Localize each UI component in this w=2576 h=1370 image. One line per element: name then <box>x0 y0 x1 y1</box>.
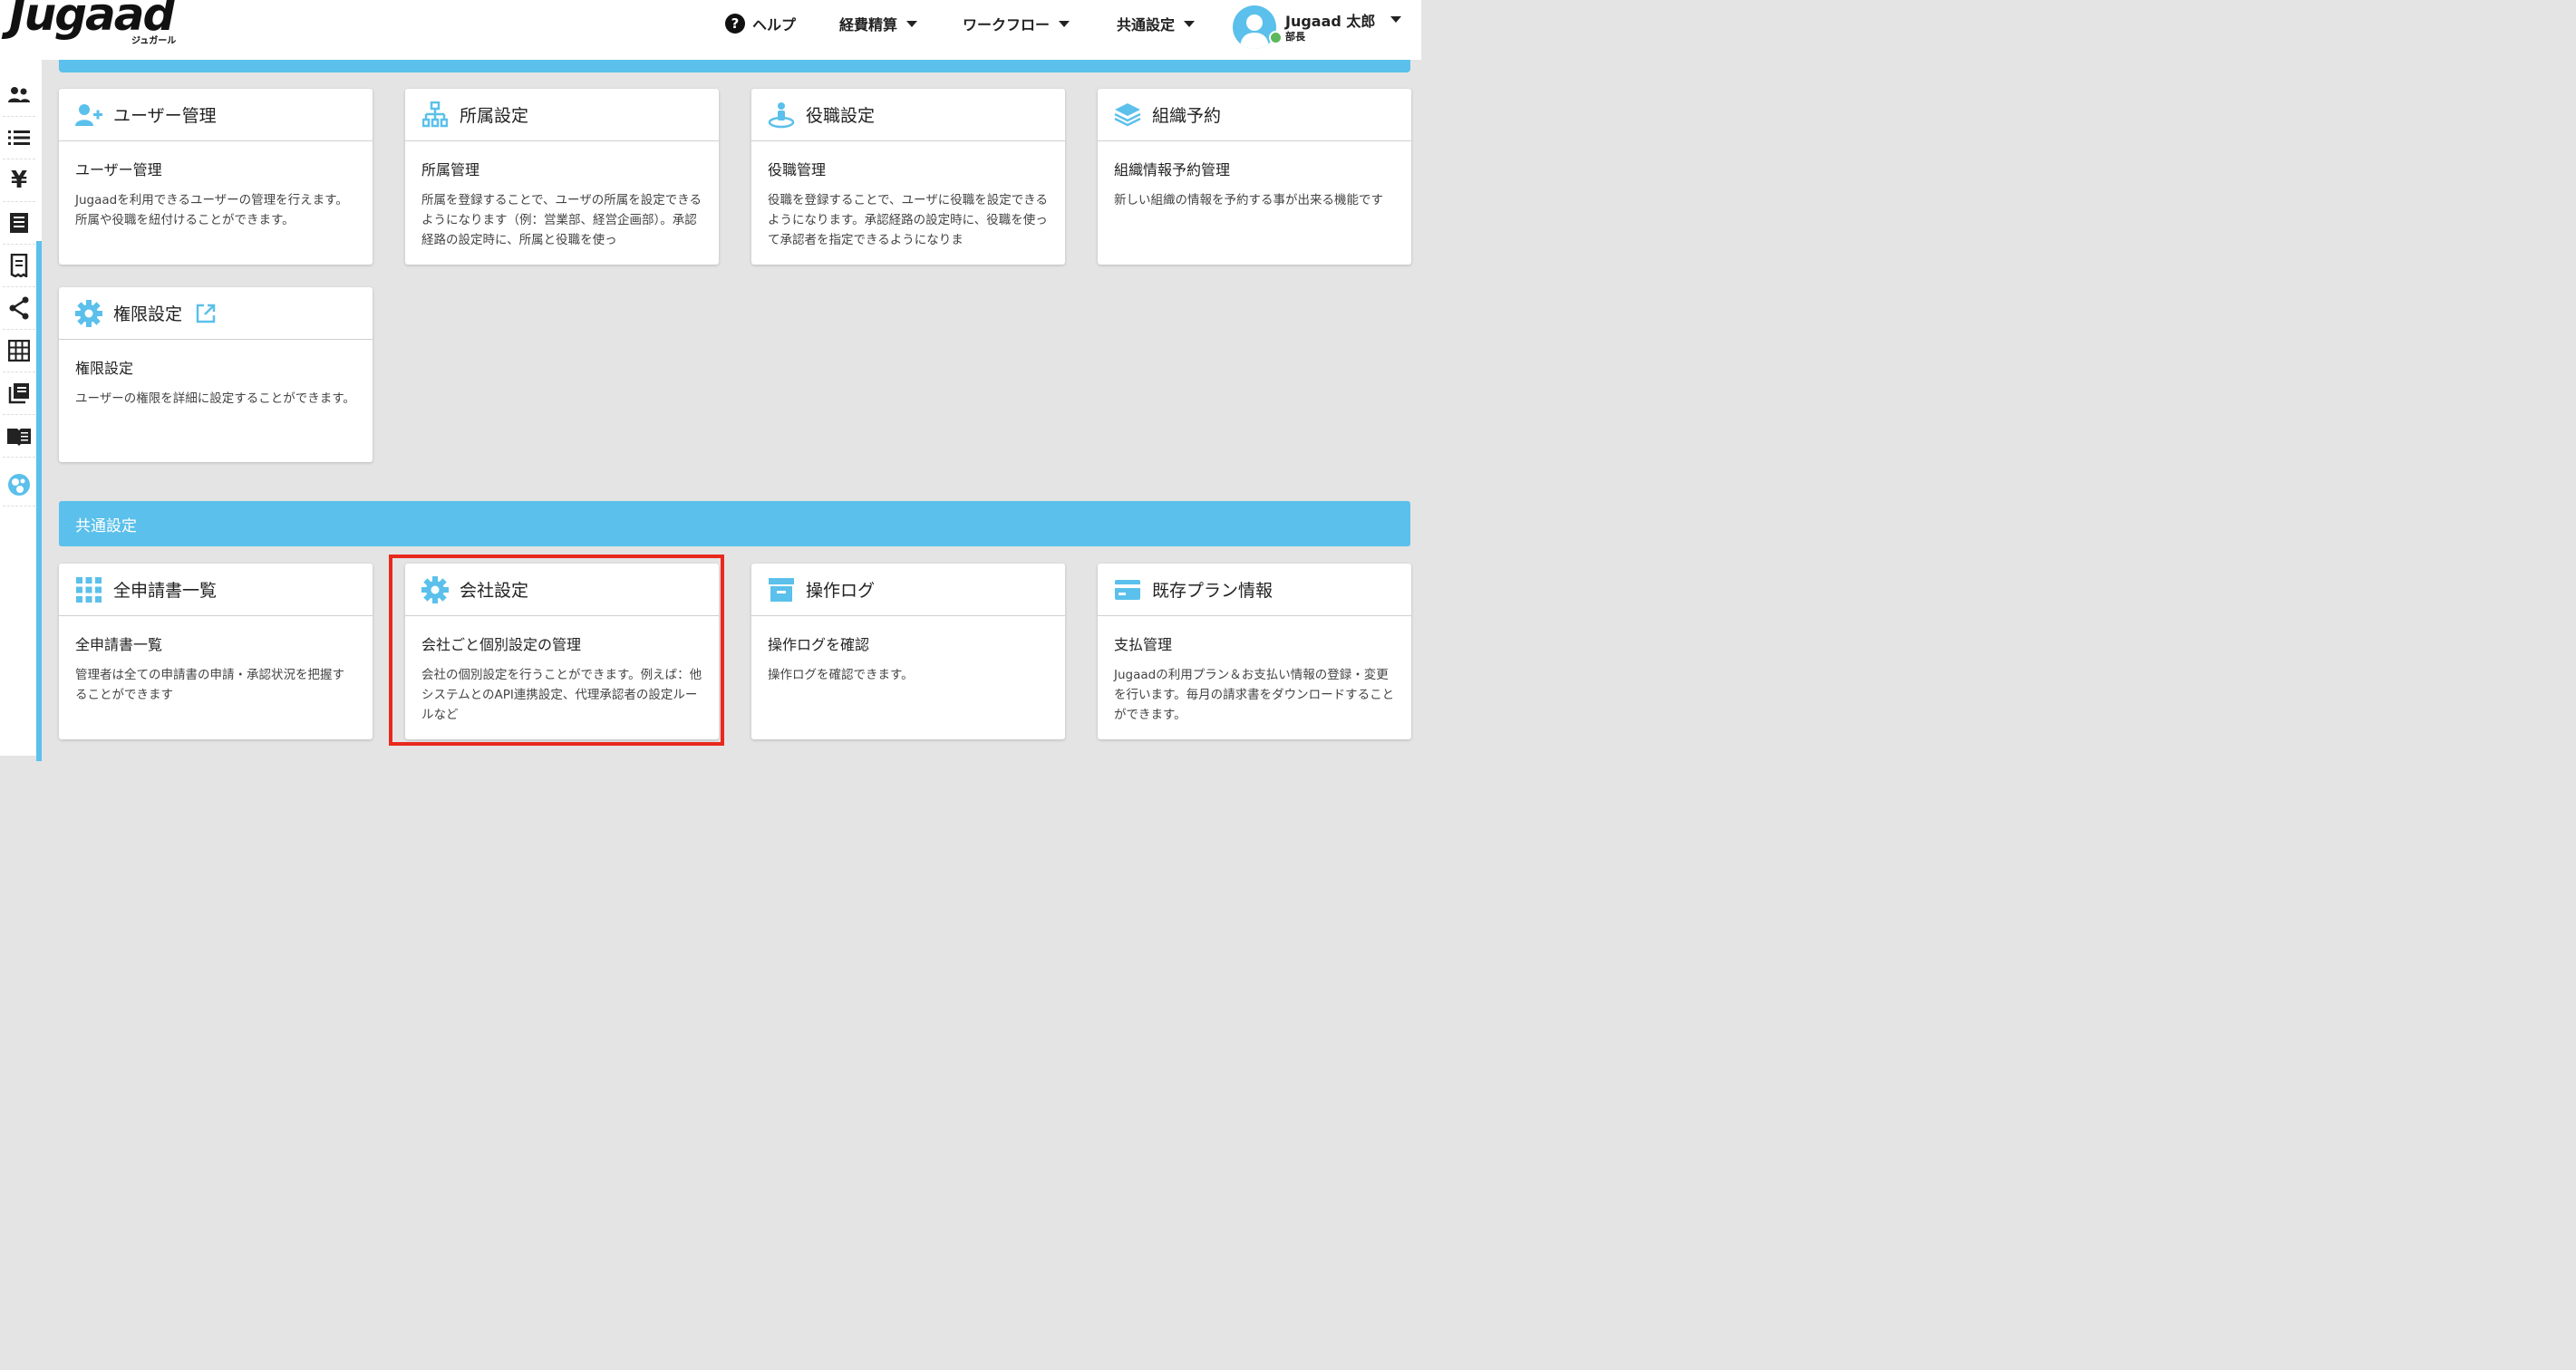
card-title: 操作ログ <box>806 581 876 601</box>
gear-icon <box>421 575 449 603</box>
document-list-icon[interactable] <box>3 202 35 245</box>
users-icon[interactable] <box>3 74 35 117</box>
caret-down-icon <box>1390 16 1401 23</box>
book-icon[interactable] <box>3 415 35 458</box>
avatar-person-icon <box>1240 14 1269 49</box>
caret-down-icon <box>1184 20 1196 27</box>
receipt-icon[interactable] <box>3 245 35 287</box>
nav-common-settings-label: 共通設定 <box>1117 16 1176 34</box>
user-role: 部長 <box>1285 31 1305 43</box>
avatar <box>1233 5 1276 49</box>
section-header-common-settings: 共通設定 <box>59 501 1410 546</box>
app-logo[interactable]: Jugaad ジュガール <box>9 0 176 46</box>
nav-expense-label: 経費精算 <box>839 16 898 34</box>
caret-down-icon <box>1059 20 1070 27</box>
logo-subtext: ジュガール <box>131 36 177 46</box>
card-title: 会社設定 <box>460 581 529 601</box>
card-user-management[interactable]: ユーザー管理 ユーザー管理 Jugaadを利用できるユーザーの管理を行えます。所… <box>59 89 373 265</box>
gear-icon <box>75 299 102 327</box>
card-description: 会社の個別設定を行うことができます。例えば：他システムとのAPI連携設定、代理承… <box>421 668 702 722</box>
layers-icon <box>1114 101 1141 129</box>
apps-grid-icon <box>75 576 102 603</box>
card-position-settings[interactable]: 役職設定 役職管理 役職を登録することで、ユーザに役職を設定できるようになります… <box>751 89 1065 265</box>
user-menu[interactable]: Jugaad 太郎 部長 <box>1233 4 1405 54</box>
card-title: ユーザー管理 <box>113 106 217 126</box>
user-name: Jugaad 太郎 <box>1285 13 1376 30</box>
card-description: 役職を登録することで、ユーザに役職を設定できるようになります。承認経路の設定時に… <box>768 193 1049 247</box>
card-description: ユーザーの権限を詳細に設定することができます。 <box>75 391 355 406</box>
help-icon: ? <box>725 14 745 34</box>
card-plan-info[interactable]: 既存プラン情報 支払管理 Jugaadの利用プラン＆お支払い情報の登録・変更を行… <box>1098 564 1411 739</box>
credit-card-icon <box>1114 576 1141 603</box>
card-description: 新しい組織の情報を予約する事が出来る機能です <box>1114 193 1383 207</box>
globe-icon[interactable] <box>3 464 35 507</box>
archive-box-icon <box>768 576 795 603</box>
card-subtitle: ユーザー管理 <box>75 161 162 178</box>
card-operation-log[interactable]: 操作ログ 操作ログを確認 操作ログを確認できます。 <box>751 564 1065 739</box>
card-description: 操作ログを確認できます。 <box>768 668 914 682</box>
card-subtitle: 会社ごと個別設定の管理 <box>421 636 582 653</box>
section-label: 共通設定 <box>75 516 137 535</box>
card-description: Jugaadの利用プラン＆お支払い情報の登録・変更を行います。毎月の請求書をダウ… <box>1114 668 1395 722</box>
person-pin-icon <box>768 101 795 129</box>
card-subtitle: 支払管理 <box>1114 636 1173 653</box>
card-title: 所属設定 <box>460 106 529 126</box>
help-link[interactable]: ? ヘルプ <box>725 11 796 36</box>
help-label: ヘルプ <box>752 16 797 34</box>
card-title: 全申請書一覧 <box>113 581 218 601</box>
share-icon[interactable] <box>3 287 35 330</box>
external-link-icon[interactable] <box>195 303 217 324</box>
card-title: 組織予約 <box>1152 106 1222 126</box>
yen-icon[interactable]: ¥ <box>3 159 35 202</box>
card-description: 管理者は全ての申請書の申請・承認状況を把握することができます <box>75 668 344 702</box>
online-status-dot <box>1269 31 1283 44</box>
list-icon[interactable] <box>3 117 35 159</box>
top-header: Jugaad ジュガール ? ヘルプ 経費精算 ワークフロー 共通設定 Juga… <box>0 0 1421 60</box>
card-all-applications[interactable]: 全申請書一覧 全申請書一覧 管理者は全ての申請書の申請・承認状況を把握することが… <box>59 564 373 739</box>
card-description: Jugaadを利用できるユーザーの管理を行えます。所属や役職を紐付けることができ… <box>75 193 348 227</box>
card-description: 所属を登録することで、ユーザの所属を設定できるようになります（例：営業部、経営企… <box>421 193 702 247</box>
card-subtitle: 権限設定 <box>75 360 134 377</box>
nav-common-settings-menu[interactable]: 共通設定 <box>1117 11 1196 36</box>
card-subtitle: 全申請書一覧 <box>75 636 163 653</box>
card-subtitle: 所属管理 <box>421 161 480 178</box>
caret-down-icon <box>906 20 918 27</box>
library-icon[interactable] <box>3 372 35 415</box>
add-user-icon <box>75 101 102 129</box>
sidebar-active-indicator <box>36 241 42 761</box>
card-department-settings[interactable]: 所属設定 所属管理 所属を登録することで、ユーザの所属を設定できるようになります… <box>405 89 719 265</box>
card-org-reservation[interactable]: 組織予約 組織情報予約管理 新しい組織の情報を予約する事が出来る機能です <box>1098 89 1411 265</box>
card-company-settings[interactable]: 会社設定 会社ごと個別設定の管理 会社の個別設定を行うことができます。例えば：他… <box>405 564 719 739</box>
grid-icon[interactable] <box>3 330 35 372</box>
org-chart-icon <box>421 101 449 129</box>
card-title: 権限設定 <box>113 304 183 324</box>
card-permission-settings[interactable]: 権限設定 権限設定 ユーザーの権限を詳細に設定することができます。 <box>59 287 373 462</box>
sidebar: ¥ <box>0 60 42 761</box>
card-subtitle: 役職管理 <box>768 161 827 178</box>
card-subtitle: 操作ログを確認 <box>768 636 870 653</box>
nav-workflow-label: ワークフロー <box>963 16 1051 34</box>
nav-workflow-menu[interactable]: ワークフロー <box>963 11 1070 36</box>
card-title: 既存プラン情報 <box>1152 581 1273 601</box>
nav-expense-menu[interactable]: 経費精算 <box>839 11 918 36</box>
card-subtitle: 組織情報予約管理 <box>1114 161 1231 178</box>
card-title: 役職設定 <box>806 106 876 126</box>
